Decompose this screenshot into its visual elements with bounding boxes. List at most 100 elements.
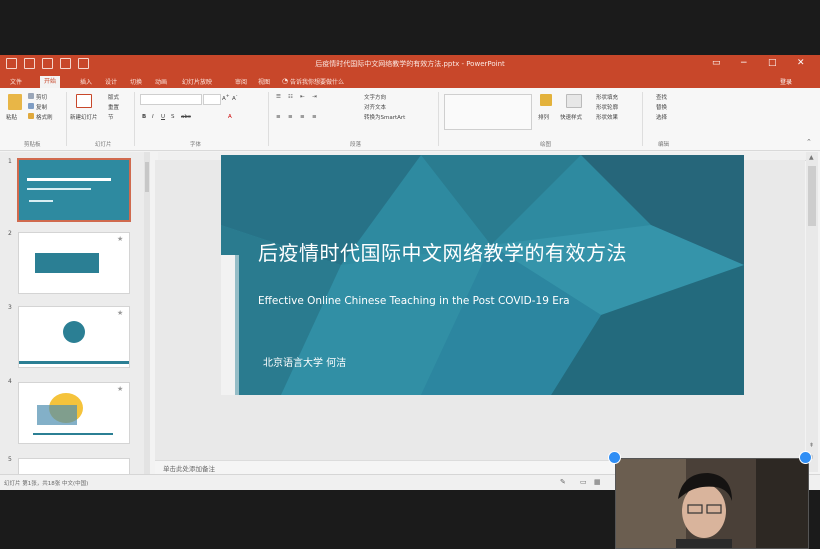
font-color-button[interactable]: A: [228, 114, 232, 120]
grow-font-button[interactable]: A+: [222, 94, 230, 102]
maximize-button[interactable]: □: [768, 58, 777, 68]
webcam-handle-right[interactable]: [799, 451, 812, 464]
ribbon-options-icon[interactable]: ▭: [712, 58, 721, 68]
tab-view[interactable]: 视图: [258, 77, 270, 86]
webcam-video-overlay[interactable]: [615, 458, 809, 549]
thumb-number: 3: [8, 304, 12, 311]
increase-indent-button[interactable]: ⇥: [312, 94, 317, 100]
italic-button[interactable]: I: [152, 114, 154, 120]
scrollbar-thumb[interactable]: [145, 162, 149, 192]
slide-thumbnail-1[interactable]: [17, 158, 131, 222]
thumb-1-title-line: [27, 178, 111, 181]
quick-styles-icon[interactable]: [566, 94, 582, 108]
arrange-button[interactable]: 排列: [538, 113, 549, 121]
font-size-dropdown[interactable]: [203, 94, 221, 105]
font-name-dropdown[interactable]: [140, 94, 202, 105]
tab-home[interactable]: 开始: [40, 76, 61, 88]
undo-icon[interactable]: [24, 58, 35, 69]
layout-button[interactable]: 版式: [108, 93, 119, 101]
smartart-button[interactable]: 转换为SmartArt: [364, 113, 405, 121]
format-painter-button[interactable]: 格式刷: [36, 113, 53, 121]
thumbnails-scrollbar[interactable]: [144, 152, 150, 474]
bullets-button[interactable]: ☰: [276, 94, 281, 100]
reset-button[interactable]: 重置: [108, 103, 119, 111]
notes-toggle-icon[interactable]: ✎: [560, 478, 566, 486]
shape-effects-button[interactable]: 形状效果: [596, 113, 618, 121]
ribbon-separator: [642, 92, 643, 146]
slide-thumbnail-2[interactable]: ★: [18, 232, 130, 294]
collapse-ribbon-icon[interactable]: ⌃: [806, 138, 812, 146]
minimize-button[interactable]: −: [740, 58, 748, 68]
slide-thumbnails-pane: 1 2 ★ 3 ★ 4 ★ 5: [0, 152, 150, 476]
shadow-button[interactable]: S: [171, 114, 175, 120]
sorter-view-icon[interactable]: ▦: [594, 478, 601, 486]
underline-button[interactable]: U: [161, 114, 165, 120]
shape-outline-button[interactable]: 形状轮廓: [596, 103, 618, 111]
cut-button[interactable]: 剪切: [36, 93, 47, 101]
scroll-up-icon[interactable]: ▲: [809, 154, 814, 161]
save-icon[interactable]: [6, 58, 17, 69]
find-button[interactable]: 查找: [656, 93, 667, 101]
paste-button[interactable]: 粘贴: [6, 113, 17, 121]
slide-thumbnail-4[interactable]: ★: [18, 382, 130, 444]
shape-fill-button[interactable]: 形状填充: [596, 93, 618, 101]
slide-thumbnail-3[interactable]: ★: [18, 306, 130, 368]
lightbulb-icon: ◔: [282, 77, 289, 85]
thumb-2-star-icon: ★: [117, 235, 124, 243]
slide-author[interactable]: 北京语言大学 何洁: [263, 354, 346, 369]
tab-transitions[interactable]: 切换: [130, 77, 142, 86]
ribbon-separator: [66, 92, 67, 146]
title-bar: 后疫情时代国际中文网络教学的有效方法.pptx - PowerPoint ▭ −…: [0, 55, 820, 75]
shapes-gallery[interactable]: [444, 94, 532, 130]
copy-button[interactable]: 复制: [36, 103, 47, 111]
tell-me-search[interactable]: 告诉我你想要做什么: [290, 77, 344, 86]
replace-button[interactable]: 替换: [656, 103, 667, 111]
quick-styles-button[interactable]: 快速样式: [560, 113, 582, 121]
redo-icon[interactable]: [42, 58, 53, 69]
thumb-1-bg: [19, 160, 129, 220]
customize-icon[interactable]: [78, 58, 89, 69]
tab-slideshow[interactable]: 幻灯片放映: [182, 77, 212, 86]
slide-subtitle[interactable]: Effective Online Chinese Teaching in the…: [258, 295, 570, 307]
slide-title[interactable]: 后疫情时代国际中文网络教学的有效方法: [258, 237, 627, 266]
format-painter-icon: [28, 113, 34, 119]
arrange-icon[interactable]: [540, 94, 552, 106]
section-button[interactable]: 节: [108, 113, 114, 121]
prev-slide-icon[interactable]: ⇞: [809, 442, 814, 449]
align-right-button[interactable]: ≡: [300, 114, 305, 120]
slide-1[interactable]: 后疫情时代国际中文网络教学的有效方法 Effective Online Chin…: [221, 155, 744, 395]
thumb-2-block: [35, 253, 99, 273]
webcam-handle-left[interactable]: [608, 451, 621, 464]
close-button[interactable]: ✕: [797, 58, 805, 68]
decrease-indent-button[interactable]: ⇤: [300, 94, 305, 100]
new-slide-button[interactable]: 新建幻灯片: [70, 113, 98, 121]
normal-view-icon[interactable]: ▭: [580, 478, 587, 486]
new-slide-icon[interactable]: [76, 94, 92, 108]
notes-placeholder: 单击此处添加备注: [163, 465, 215, 473]
numbering-button[interactable]: ☷: [288, 94, 293, 100]
present-icon[interactable]: [60, 58, 71, 69]
align-text-button[interactable]: 对齐文本: [364, 103, 386, 111]
select-button[interactable]: 选择: [656, 113, 667, 121]
paste-icon[interactable]: [8, 94, 22, 110]
strikethrough-button[interactable]: abc: [181, 114, 191, 120]
scrollbar-thumb[interactable]: [808, 166, 816, 226]
justify-button[interactable]: ≡: [312, 114, 317, 120]
tab-design[interactable]: 设计: [105, 77, 117, 86]
bold-button[interactable]: B: [142, 114, 146, 120]
text-direction-button[interactable]: 文字方向: [364, 93, 386, 101]
ribbon-home: 粘贴 剪切 复制 格式刷 剪贴板 新建幻灯片 版式 重置 节 幻灯片 A+ A-…: [0, 88, 820, 151]
tab-insert[interactable]: 插入: [80, 77, 92, 86]
thumb-1-author-line: [29, 200, 53, 202]
align-center-button[interactable]: ≡: [288, 114, 293, 120]
align-left-button[interactable]: ≡: [276, 114, 281, 120]
sign-in-link[interactable]: 登录: [780, 77, 792, 86]
thumb-3-circle: [63, 321, 85, 343]
tab-animations[interactable]: 动画: [155, 77, 167, 86]
thumb-3-bar: [19, 361, 129, 364]
presenter-video: [616, 459, 808, 548]
shrink-font-button[interactable]: A-: [232, 94, 237, 102]
slide-vertical-scrollbar[interactable]: ▲ ⇞ ⇟: [806, 152, 818, 472]
tab-file[interactable]: 文件: [10, 77, 22, 86]
tab-review[interactable]: 审阅: [235, 77, 247, 86]
